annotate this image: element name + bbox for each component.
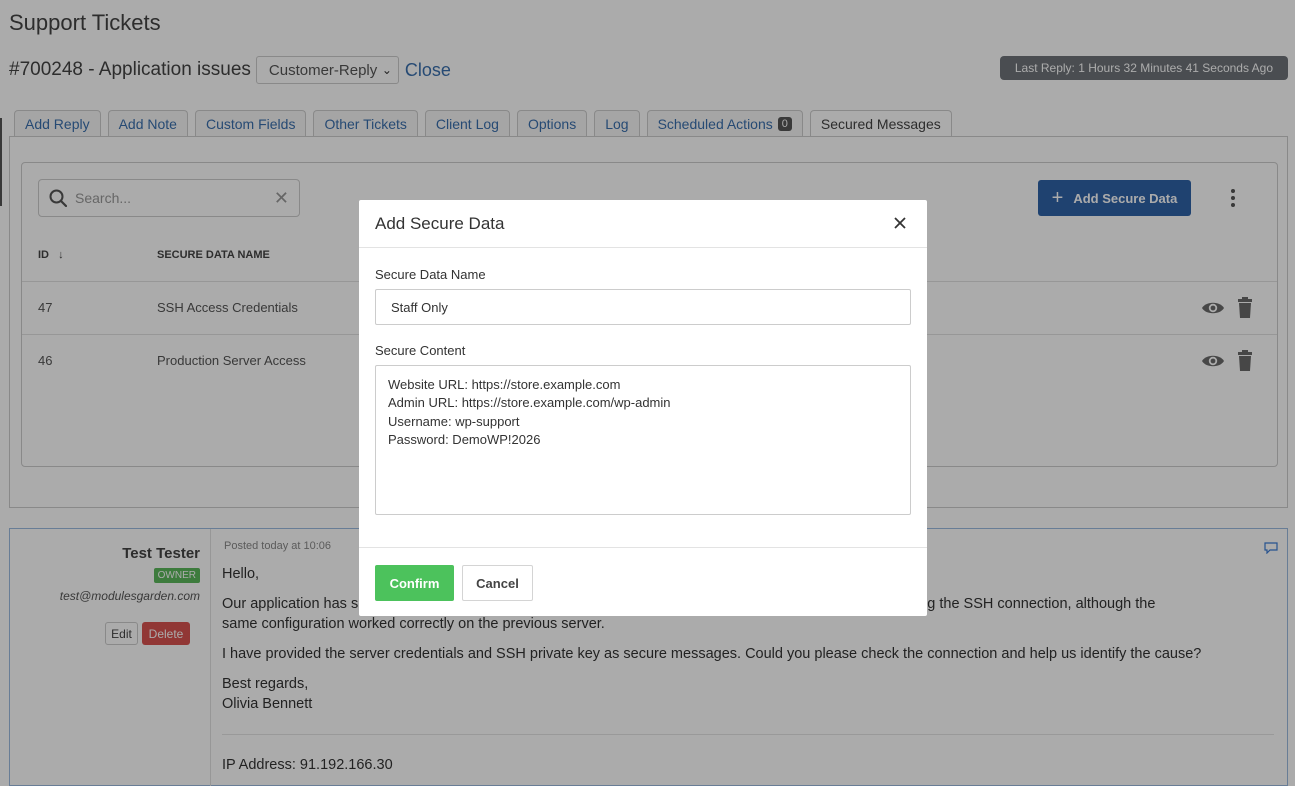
content-field-label: Secure Content [375, 343, 466, 358]
secure-content-textarea[interactable]: Website URL: https://store.example.com A… [375, 365, 911, 515]
content-line: Website URL: https://store.example.com [388, 377, 621, 392]
secure-data-name-input[interactable]: Staff Only [375, 289, 911, 325]
input-value: Staff Only [391, 299, 448, 315]
modal-header: Add Secure Data [359, 200, 927, 248]
add-secure-data-modal: Add Secure Data Secure Data Name Staff O… [359, 200, 927, 616]
content-line: Username: wp-support [388, 413, 520, 429]
modal-footer: Confirm Cancel [359, 547, 927, 616]
name-field-label: Secure Data Name [375, 267, 486, 282]
modal-title: Add Secure Data [375, 214, 505, 233]
cancel-button[interactable]: Cancel [462, 565, 533, 601]
close-icon[interactable] [893, 216, 907, 230]
confirm-button[interactable]: Confirm [375, 565, 454, 601]
content-line: Password: DemoWP!2026 [388, 431, 541, 447]
content-line: Admin URL: https://store.example.com/wp-… [388, 395, 671, 411]
